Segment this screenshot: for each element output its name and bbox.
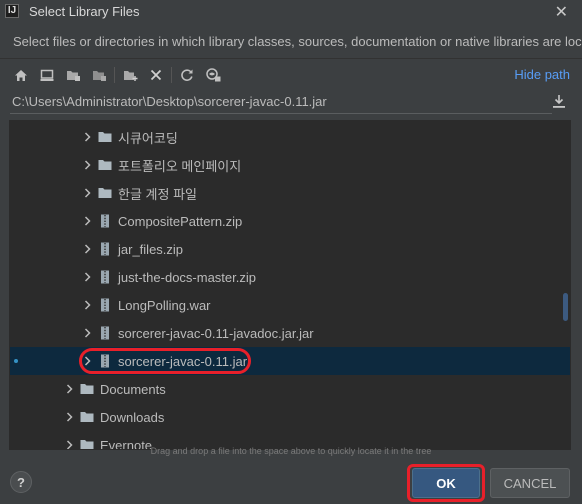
chevron-right-icon[interactable]: [82, 356, 92, 366]
tree-row-label: just-the-docs-master.zip: [118, 269, 256, 285]
folder-icon: [98, 158, 112, 172]
archive-icon: [98, 270, 112, 284]
tree-row[interactable]: LongPolling.war: [10, 291, 570, 319]
refresh-icon[interactable]: [174, 65, 200, 85]
tree-row[interactable]: Downloads: [10, 403, 570, 431]
new-folder-icon[interactable]: [117, 65, 143, 85]
window-title: Select Library Files: [29, 3, 140, 19]
module-folder-icon[interactable]: [86, 65, 112, 85]
show-hidden-icon[interactable]: [200, 65, 226, 85]
chevron-right-icon[interactable]: [82, 188, 92, 198]
download-icon[interactable]: [552, 94, 568, 110]
tree-row[interactable]: CompositePattern.zip: [10, 207, 570, 235]
dialog-description: Select files or directories in which lib…: [13, 34, 582, 49]
archive-icon: [98, 354, 112, 368]
archive-icon: [98, 214, 112, 228]
tree-row-label: 한글 계정 파일: [118, 186, 197, 202]
selection-marker: [14, 359, 18, 363]
tree-row[interactable]: Documents: [10, 375, 570, 403]
tree-row-label: sorcerer-javac-0.11.jar: [118, 353, 248, 369]
cancel-button[interactable]: CANCEL: [490, 468, 570, 498]
tree-row[interactable]: sorcerer-javac-0.11-javadoc.jar.jar: [10, 319, 570, 347]
tree-row[interactable]: sorcerer-javac-0.11.jar: [10, 347, 570, 375]
toolbar-separator: [114, 67, 115, 83]
path-field[interactable]: C:\Users\Administrator\Desktop\sorcerer-…: [10, 92, 552, 114]
tree-row-label: CompositePattern.zip: [118, 213, 243, 229]
tree-row-label: Downloads: [100, 409, 165, 425]
intellij-app-icon: IJ: [5, 4, 19, 18]
ok-button[interactable]: OK: [412, 468, 480, 498]
chevron-right-icon[interactable]: [82, 160, 92, 170]
chevron-right-icon[interactable]: [82, 216, 92, 226]
tree-row[interactable]: 한글 계정 파일: [10, 179, 570, 207]
tree-row-label: 시큐어코딩: [118, 130, 178, 146]
file-chooser-toolbar: [8, 64, 226, 86]
chevron-right-icon[interactable]: [64, 412, 74, 422]
folder-icon: [80, 410, 94, 424]
folder-icon: [98, 130, 112, 144]
folder-icon: [98, 186, 112, 200]
chevron-right-icon[interactable]: [82, 300, 92, 310]
archive-icon: [98, 298, 112, 312]
tree-row[interactable]: 시큐어코딩: [10, 123, 570, 151]
divider: [0, 58, 582, 59]
chevron-right-icon[interactable]: [82, 244, 92, 254]
drag-drop-hint: Drag and drop a file into the space abov…: [150, 446, 432, 456]
archive-icon: [98, 326, 112, 340]
chevron-right-icon[interactable]: [82, 132, 92, 142]
scrollbar-thumb[interactable]: [563, 293, 568, 321]
tree-row-label: 포트폴리오 메인페이지: [118, 158, 242, 174]
desktop-icon[interactable]: [34, 65, 60, 85]
hide-path-link[interactable]: Hide path: [514, 67, 570, 82]
home-icon[interactable]: [8, 65, 34, 85]
chevron-right-icon[interactable]: [82, 272, 92, 282]
project-folder-icon[interactable]: [60, 65, 86, 85]
chevron-right-icon[interactable]: [64, 384, 74, 394]
archive-icon: [98, 242, 112, 256]
tree-row[interactable]: 포트폴리오 메인페이지: [10, 151, 570, 179]
file-tree[interactable]: 시큐어코딩포트폴리오 메인페이지한글 계정 파일 CompositePattern…: [9, 120, 571, 450]
tree-row[interactable]: jar_files.zip: [10, 235, 570, 263]
tree-row-label: Documents: [100, 381, 166, 397]
help-button[interactable]: ?: [10, 471, 32, 493]
toolbar-separator: [171, 67, 172, 83]
delete-icon[interactable]: [143, 65, 169, 85]
tree-row-label: LongPolling.war: [118, 297, 211, 313]
close-icon[interactable]: ✕: [555, 2, 568, 22]
tree-row-label: jar_files.zip: [118, 241, 184, 257]
tree-row-label: sorcerer-javac-0.11-javadoc.jar.jar: [118, 325, 314, 341]
tree-row[interactable]: just-the-docs-master.zip: [10, 263, 570, 291]
title-bar: IJ Select Library Files: [0, 0, 582, 22]
chevron-right-icon[interactable]: [82, 328, 92, 338]
folder-icon: [80, 382, 94, 396]
